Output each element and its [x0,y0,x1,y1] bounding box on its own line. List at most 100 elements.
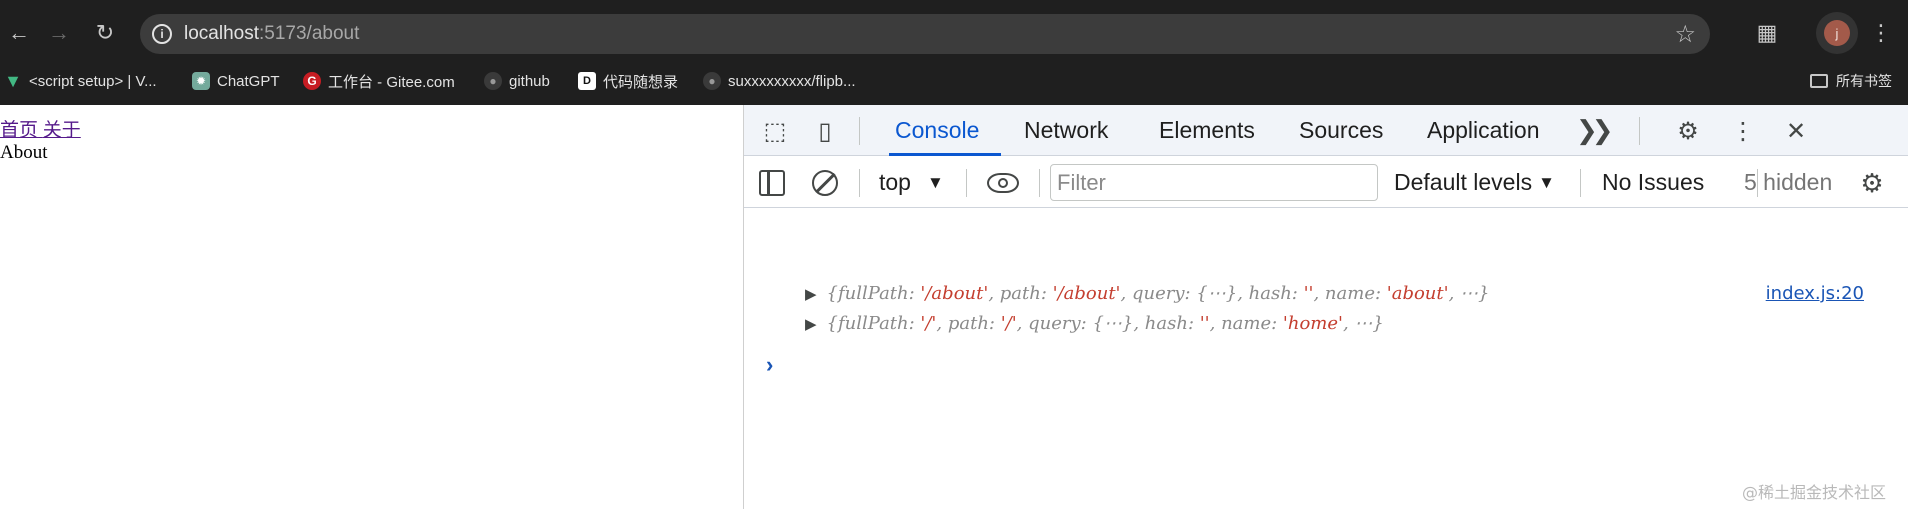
log-text: , path: [936,313,1001,334]
divider [1580,169,1581,197]
log-entry[interactable]: ▶ {fullPath: '/about', path: '/about', qu… [805,283,1490,309]
divider [966,169,967,197]
nav-about-label: 关于 [42,120,81,141]
console-filter-input[interactable] [1050,164,1378,201]
browser-chrome: ← → ↻ i localhost:5173/about ☆ ▦ j ⋮ ▼ <s… [0,0,1908,105]
levels-label: Default levels [1394,169,1533,195]
log-text: , name: [1209,313,1283,334]
vue-icon: ▼ [4,70,22,91]
more-vert-icon[interactable]: ⋮ [1727,115,1759,147]
address-bar[interactable]: i localhost:5173/about ☆ [140,14,1710,54]
dm-icon: D [578,72,596,90]
bookmark-label: 工作台 - Gitee.com [328,73,455,91]
arrow-left-icon: ← [8,20,30,45]
url-text[interactable]: localhost:5173/about [184,23,359,45]
devtools-tab-bar: ⬚ ▯ Console Network Elements Sources App… [744,105,1908,156]
expand-triangle-icon[interactable]: ▶ [805,315,817,333]
log-levels-dropdown[interactable]: Default levels ▼ [1394,157,1555,208]
more-tabs-icon[interactable]: ❯❯ [1576,105,1613,156]
divider [1039,169,1040,197]
bookmark-item[interactable]: ✹ ChatGPT [192,66,280,96]
issues-button[interactable]: No Issues [1602,157,1704,208]
all-bookmarks-label: 所有书签 [1836,73,1892,89]
browser-toolbar: ← → ↻ i localhost:5173/about ☆ ▦ j ⋮ [0,12,1908,54]
all-bookmarks-button[interactable]: 所有书签 [1810,66,1892,96]
tab-sources[interactable]: Sources [1299,105,1383,156]
context-label: top [879,169,911,195]
tab-network[interactable]: Network [1024,105,1108,156]
bookmark-item[interactable]: ● suxxxxxxxxx/flipb... [703,66,856,96]
divider [1639,117,1640,145]
log-string: 'about' [1386,283,1449,304]
nav-link-about[interactable]: 关于 [38,120,81,141]
log-string: '/' [1000,313,1017,334]
caret-down-icon: ▼ [926,172,944,192]
back-button[interactable]: ← [0,14,38,52]
page-content: About [0,142,48,163]
console-settings-icon[interactable]: ⚙ [1856,167,1888,199]
console-sidebar-toggle[interactable] [756,167,788,199]
console-toolbar: top▼ Default levels▼ No Issues 5 hidden … [744,157,1908,208]
bookmark-item[interactable]: D 代码随想录 [578,66,678,96]
bookmark-label: ChatGPT [217,72,280,90]
log-string: '' [1199,313,1210,334]
bookmark-item[interactable]: ▼ <script setup> | V... [4,66,157,96]
avatar: j [1824,20,1850,46]
bookmark-label: <script setup> | V... [29,72,157,90]
log-text: , name: [1313,283,1387,304]
chatgpt-icon: ✹ [192,72,210,90]
log-text: , query: {⋯}, hash: [1016,313,1200,334]
nav-link-home[interactable]: 首页 [0,120,38,141]
device-toolbar-icon[interactable]: ▯ [809,115,841,147]
site-info-icon[interactable]: i [152,24,172,44]
bookmark-label: github [509,72,550,90]
divider [859,117,860,145]
bookmark-item[interactable]: G 工作台 - Gitee.com [303,66,455,96]
log-string: '/' [920,313,937,334]
context-selector[interactable]: top ▼ [879,157,944,208]
log-string: '' [1303,283,1314,304]
page-nav: 首页 关于 [0,115,81,142]
tab-elements[interactable]: Elements [1159,105,1255,156]
arrow-right-icon: → [48,20,70,45]
log-text: , path: [988,283,1053,304]
log-string: '/about' [1052,283,1121,304]
tab-console[interactable]: Console [888,105,1002,156]
log-text: , query: {⋯}, hash: [1120,283,1304,304]
puzzle-icon: ▦ [1756,20,1778,45]
log-text: {fullPath: [826,313,921,334]
clear-icon [812,170,838,196]
hidden-count: 5 hidden [1744,169,1833,195]
settings-gear-icon[interactable]: ⚙ [1672,115,1704,147]
url-path: :5173/about [259,23,360,44]
browser-menu-button[interactable]: ⋮ [1866,16,1896,50]
watermark: @稀土掘金技术社区 [1741,483,1886,502]
console-prompt-icon[interactable]: › [766,352,773,378]
extensions-button[interactable]: ▦ [1750,16,1784,50]
sidebar-icon [759,170,785,196]
divider [859,169,860,197]
eye-icon [987,173,1019,193]
log-entry[interactable]: ▶ {fullPath: '/', path: '/', query: {⋯}, … [805,313,1384,339]
log-text: {fullPath: [826,283,921,304]
profile-button[interactable]: j [1816,12,1858,54]
bookmark-item[interactable]: ● github [484,66,550,96]
tab-application[interactable]: Application [1427,105,1540,156]
github-icon: ● [484,72,502,90]
more-vert-icon: ⋮ [1870,20,1892,45]
log-string: 'home' [1282,313,1343,334]
clear-console-button[interactable] [809,167,841,199]
inspect-element-icon[interactable]: ⬚ [759,115,791,147]
url-host: localhost [184,23,259,44]
expand-triangle-icon[interactable]: ▶ [805,285,817,303]
caret-down-icon: ▼ [1538,172,1555,192]
close-icon[interactable]: ✕ [1780,115,1812,147]
log-source-link[interactable]: index.js:20 [1766,283,1864,304]
live-expression-button[interactable] [987,167,1019,199]
reload-icon: ↻ [95,20,115,45]
log-text: , ⋯} [1342,313,1384,334]
reload-button[interactable]: ↻ [86,14,124,52]
bookmark-star-icon[interactable]: ☆ [1674,20,1696,49]
forward-button[interactable]: → [40,14,78,52]
log-string: '/about' [920,283,989,304]
